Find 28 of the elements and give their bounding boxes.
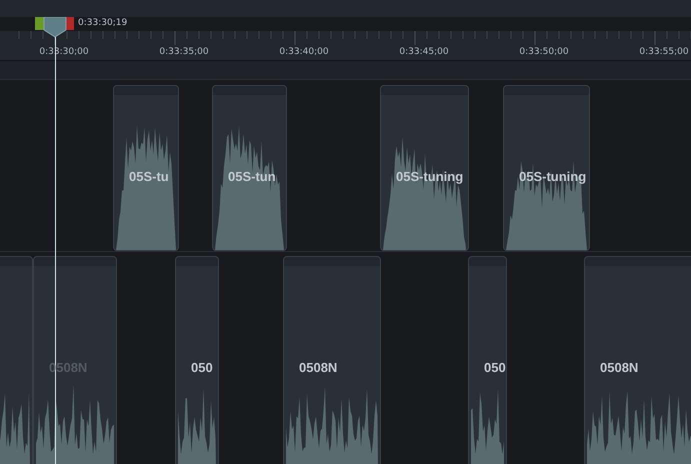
clip-label: 0508N [299, 360, 338, 375]
waveform-icon [585, 391, 691, 464]
ruler-time-label: 0:33:45;00 [399, 47, 449, 57]
playhead-time: 0:33:30;19 [78, 18, 128, 28]
audio-clip[interactable]: 05S-tuning [503, 85, 590, 251]
clip-header-bar [0, 257, 32, 266]
ruler-time-label: 0:33:50;00 [519, 47, 569, 57]
audio-clip[interactable]: 0508N [584, 256, 691, 464]
ruler-time-label: 0:33:40;00 [279, 47, 329, 57]
clip-label: 050 [484, 360, 506, 375]
audio-clip[interactable] [0, 256, 33, 464]
clip-label: 05S-tun [228, 169, 276, 184]
audio-clip[interactable]: 050 [468, 256, 507, 464]
playhead-marker-icon[interactable] [35, 17, 75, 38]
audio-clip[interactable]: 05S-tuning [380, 85, 469, 251]
clip-header-bar [469, 257, 506, 266]
clip-label: 05S-tuning [396, 169, 464, 184]
waveform-icon [504, 160, 589, 250]
clip-label: 0508N [600, 360, 638, 375]
clip-label: 05S-tu [129, 169, 169, 184]
audio-clip[interactable]: 050 [175, 256, 219, 464]
ruler-time-label: 0:33:35;00 [159, 47, 209, 57]
clip-label: 05S-tuning [519, 169, 586, 184]
clip-header-bar [114, 86, 178, 95]
audio-clip[interactable]: 0508N [283, 256, 381, 464]
ruler-time-label: 0:33:55;00 [639, 47, 689, 57]
clip-header-bar [176, 257, 218, 266]
clip-label: 050 [191, 360, 213, 375]
